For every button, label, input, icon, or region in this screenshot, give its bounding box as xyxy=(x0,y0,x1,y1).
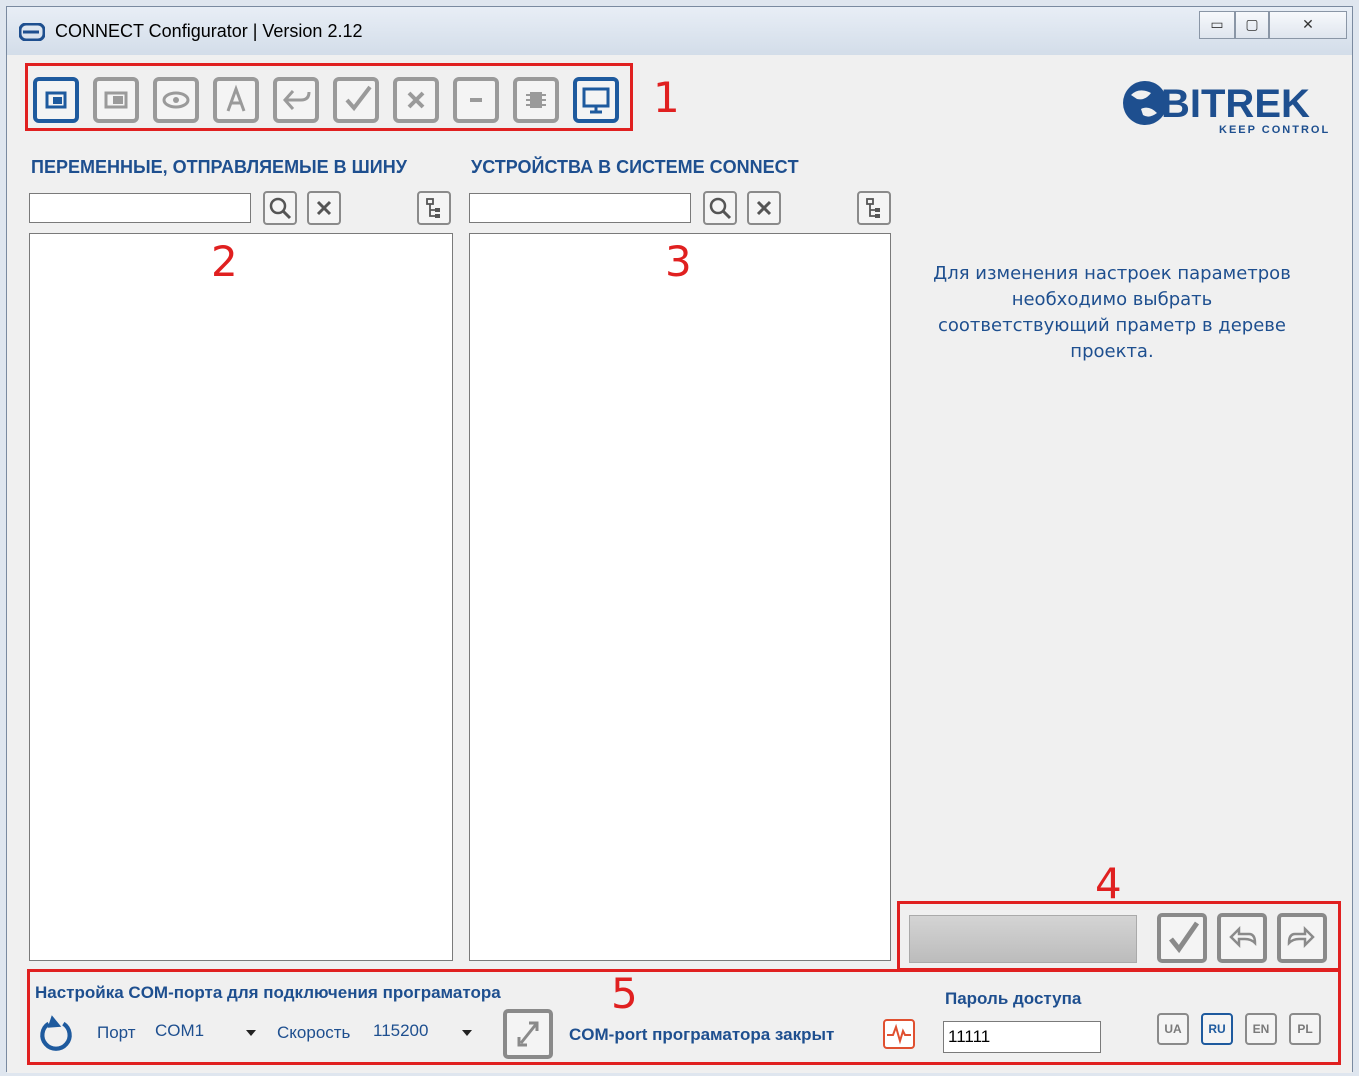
connect-button[interactable] xyxy=(503,1009,553,1059)
variables-search-button[interactable] xyxy=(263,191,297,225)
redo-button[interactable] xyxy=(1277,913,1327,963)
view-icon xyxy=(162,91,190,109)
port-select-value: COM1 xyxy=(155,1021,205,1040)
bitrek-logo: BITREK KEEP CONTROL xyxy=(1123,81,1330,136)
close-button[interactable]: ✕ xyxy=(1269,11,1347,39)
devices-clear-button[interactable] xyxy=(747,191,781,225)
open-project-button[interactable] xyxy=(93,77,139,123)
devices-tree-panel[interactable] xyxy=(469,233,891,961)
annotation-label-3: 3 xyxy=(665,237,692,286)
open-project-icon xyxy=(104,91,128,109)
monitor-icon xyxy=(582,87,610,114)
tree-view-icon xyxy=(866,198,880,218)
minus-icon xyxy=(470,98,482,102)
language-ru-button[interactable]: RU xyxy=(1201,1013,1233,1045)
search-icon xyxy=(269,197,292,220)
speed-select[interactable]: 115200 xyxy=(369,1015,483,1049)
apply-button[interactable] xyxy=(1157,913,1207,963)
annotation-label-4: 4 xyxy=(1095,859,1122,908)
speed-select-value: 115200 xyxy=(373,1021,429,1040)
variables-tree-panel[interactable] xyxy=(29,233,453,961)
speed-label: Скорость xyxy=(277,1023,351,1042)
language-pl-button[interactable]: PL xyxy=(1289,1013,1321,1045)
progress-bar xyxy=(909,915,1137,963)
port-select[interactable]: COM1 xyxy=(151,1015,265,1049)
language-ua-button[interactable]: UA xyxy=(1157,1013,1189,1045)
devices-search-button[interactable] xyxy=(703,191,737,225)
text-button[interactable] xyxy=(213,77,259,123)
password-label: Пароль доступа xyxy=(945,989,1082,1008)
annotation-label-2: 2 xyxy=(211,237,238,286)
password-input[interactable] xyxy=(943,1021,1101,1053)
check-button[interactable] xyxy=(333,77,379,123)
app-window: CONNECT Configurator | Version 2.12 ▭ ▢ … xyxy=(6,6,1353,1073)
devices-tree-button[interactable] xyxy=(857,191,891,225)
minus-button[interactable] xyxy=(453,77,499,123)
view-button[interactable] xyxy=(153,77,199,123)
clear-icon xyxy=(756,200,772,216)
maximize-button[interactable]: ▢ xyxy=(1235,11,1269,39)
chip-button[interactable] xyxy=(513,77,559,123)
logo-tagline-text: KEEP CONTROL xyxy=(1219,124,1330,136)
annotation-label-1: 1 xyxy=(653,73,680,122)
import-button[interactable] xyxy=(273,77,319,123)
window-title: CONNECT Configurator | Version 2.12 xyxy=(55,21,363,41)
undo-icon xyxy=(1229,925,1257,949)
new-project-icon xyxy=(45,91,67,109)
variables-tree-button[interactable] xyxy=(417,191,451,225)
check-icon xyxy=(1169,921,1200,954)
new-project-button[interactable] xyxy=(33,77,79,123)
chevron-down-icon xyxy=(246,1030,256,1036)
settings-hint-text: Для изменения настроек параметров необхо… xyxy=(933,263,1291,362)
annotation-label-5: 5 xyxy=(611,969,638,1018)
delete-icon xyxy=(407,91,425,109)
monitor-button[interactable] xyxy=(573,77,619,123)
app-icon xyxy=(19,23,45,41)
delete-button[interactable] xyxy=(393,77,439,123)
refresh-icon[interactable] xyxy=(35,1011,77,1053)
pulse-icon xyxy=(887,1023,911,1045)
connect-icon xyxy=(517,1021,539,1047)
import-icon xyxy=(282,90,311,110)
search-icon xyxy=(709,197,732,220)
variables-panel-title: ПЕРЕМЕННЫЕ, ОТПРАВЛЯЕМЫЕ В ШИНУ xyxy=(31,157,407,177)
variables-clear-button[interactable] xyxy=(307,191,341,225)
check-icon xyxy=(345,85,372,112)
chevron-down-icon xyxy=(462,1030,472,1036)
title-bar: CONNECT Configurator | Version 2.12 ▭ ▢ … xyxy=(7,7,1352,55)
devices-search-input[interactable] xyxy=(469,193,691,223)
port-label: Порт xyxy=(97,1023,136,1042)
devices-panel-title: УСТРОЙСТВА В СИСТЕМЕ CONNECT xyxy=(471,157,799,177)
undo-button[interactable] xyxy=(1217,913,1267,963)
client-area: 1 BITREK KEEP CONTROL ПЕРЕМЕННЫЕ, ОТПРАВ… xyxy=(7,55,1352,1073)
tree-view-icon xyxy=(426,198,440,218)
language-en-button[interactable]: EN xyxy=(1245,1013,1277,1045)
com-status-indicator xyxy=(883,1019,915,1049)
redo-icon xyxy=(1287,925,1315,949)
chip-icon xyxy=(526,92,546,108)
variables-search-input[interactable] xyxy=(29,193,251,223)
minimize-button[interactable]: ▭ xyxy=(1199,11,1235,39)
text-a-icon xyxy=(226,84,246,112)
com-port-status-text: COM-port програматора закрыт xyxy=(569,1025,835,1044)
logo-brand-text: BITREK xyxy=(1161,82,1310,126)
clear-icon xyxy=(316,200,332,216)
com-port-settings-title: Настройка COM-порта для подключения прог… xyxy=(35,983,501,1002)
